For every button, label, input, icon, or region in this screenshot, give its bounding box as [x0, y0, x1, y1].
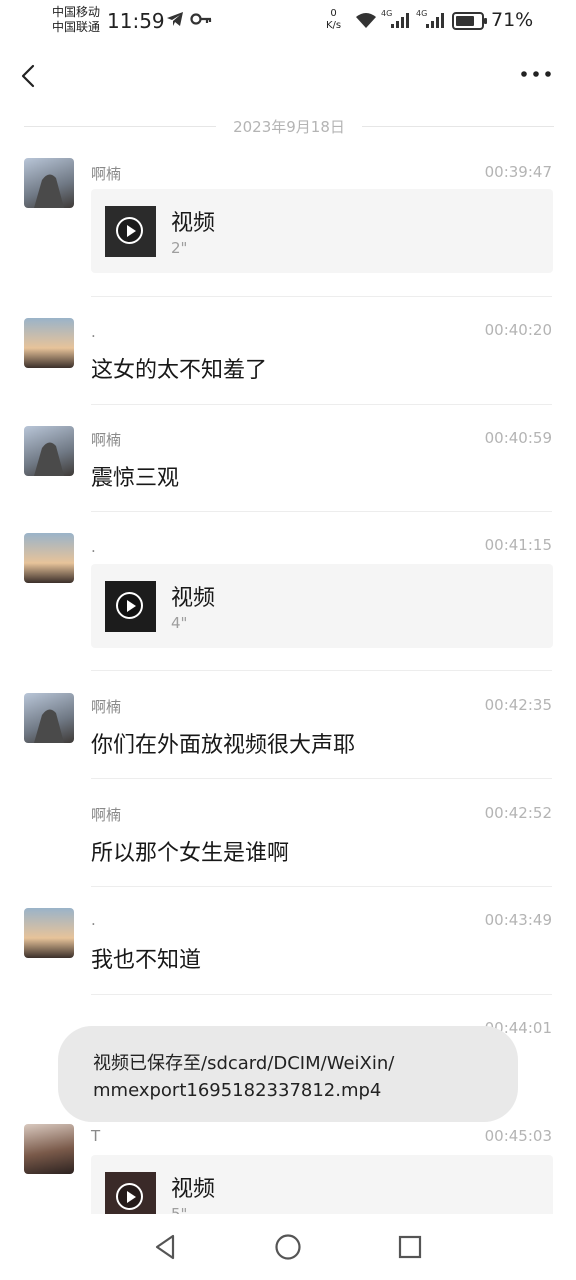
video-message[interactable]: 视频 4" [91, 564, 553, 648]
signal-icon [391, 13, 409, 28]
avatar[interactable] [24, 693, 74, 743]
back-triangle-icon[interactable] [151, 1232, 181, 1262]
sender-name: . [91, 538, 96, 556]
message-item: 啊楠 00:42:35 你们在外面放视频很大声耶 [0, 693, 576, 781]
carrier-1: 中国移动 [52, 5, 101, 19]
separator [91, 994, 552, 995]
separator [91, 670, 552, 671]
avatar[interactable] [24, 533, 74, 583]
wifi-icon [356, 13, 376, 28]
carrier-labels: 中国移动 中国联通 [52, 5, 100, 35]
video-duration: 4" [171, 614, 188, 632]
sender-name: 啊楠 [91, 431, 122, 449]
video-title: 视频 [171, 1177, 216, 1202]
signal-icon [426, 13, 444, 28]
divider-line-right [362, 126, 554, 127]
status-bar: 中国移动 中国联通 11:59 0 K/s 4G 4G 71% [0, 0, 576, 44]
battery-icon [452, 12, 487, 30]
date-divider: 2023年9月18日 [24, 114, 554, 138]
message-item: T 00:45:03 视频 5" [0, 1124, 576, 1239]
avatar-figure [34, 442, 64, 476]
message-time: 00:40:59 [484, 429, 552, 447]
status-time: 11:59 [107, 9, 165, 33]
net-speed-value: 0 [330, 8, 337, 19]
carrier-2: 中国联通 [52, 20, 101, 34]
avatar[interactable] [24, 1124, 74, 1174]
separator [91, 511, 552, 512]
sender-name: 啊楠 [91, 806, 122, 824]
toast-line-2: mmexport1695182337812.mp4 [93, 1080, 382, 1101]
avatar-figure [34, 174, 64, 208]
avatar[interactable] [24, 318, 74, 368]
message-time: 00:40:20 [484, 321, 552, 339]
message-time: 00:42:52 [484, 804, 552, 822]
chat-history-header [0, 44, 576, 108]
avatar-figure [34, 709, 64, 743]
separator [91, 886, 552, 887]
play-icon [116, 592, 143, 619]
message-time: 00:39:47 [484, 163, 552, 181]
message-time: 00:45:03 [484, 1127, 552, 1145]
separator [91, 296, 552, 297]
sender-name: T [91, 1127, 101, 1145]
video-thumbnail [105, 206, 156, 257]
video-message[interactable]: 视频 2" [91, 189, 553, 273]
sender-name: 啊楠 [91, 698, 122, 716]
play-icon [116, 1183, 143, 1210]
more-dots-icon[interactable] [518, 66, 554, 82]
separator [91, 404, 552, 405]
message-item: 啊楠 00:42:52 所以那个女生是谁啊 [0, 801, 576, 889]
battery-percent: 71% [491, 9, 534, 31]
separator [91, 778, 552, 779]
message-item: . 00:41:15 视频 4" [0, 533, 576, 671]
message-item: . 00:43:49 我也不知道 [0, 908, 576, 996]
message-item: 啊楠 00:39:47 视频 2" [0, 158, 576, 297]
message-item: 啊楠 00:40:59 震惊三观 [0, 426, 576, 514]
back-chevron-icon[interactable] [16, 62, 44, 90]
sender-name: . [91, 911, 96, 929]
message-item: . 00:40:20 这女的太不知羞了 [0, 318, 576, 406]
system-nav-bar [0, 1214, 576, 1280]
recents-square-icon[interactable] [395, 1232, 425, 1262]
message-time: 00:42:35 [484, 696, 552, 714]
message-text[interactable]: 震惊三观 [91, 460, 179, 492]
video-title: 视频 [171, 586, 216, 611]
avatar[interactable] [24, 158, 74, 208]
message-text[interactable]: 你们在外面放视频很大声耶 [91, 727, 355, 759]
message-text[interactable]: 我也不知道 [91, 942, 201, 974]
key-icon [190, 13, 212, 25]
sender-name: . [91, 323, 96, 341]
video-duration: 2" [171, 239, 188, 257]
toast-line-1: 视频已保存至/sdcard/DCIM/WeiXin/ [93, 1053, 395, 1074]
home-circle-icon[interactable] [273, 1232, 303, 1262]
telegram-icon [167, 12, 183, 26]
avatar[interactable] [24, 908, 74, 958]
save-toast: 视频已保存至/sdcard/DCIM/WeiXin/ mmexport16951… [58, 1026, 518, 1122]
message-text[interactable]: 所以那个女生是谁啊 [91, 835, 289, 867]
video-title: 视频 [171, 211, 216, 236]
net-speed: 0 K/s [326, 8, 341, 32]
message-text[interactable]: 这女的太不知羞了 [91, 352, 267, 384]
avatar[interactable] [24, 426, 74, 476]
sender-name: 啊楠 [91, 165, 122, 183]
net-speed-unit: K/s [326, 20, 342, 31]
video-thumbnail [105, 581, 156, 632]
play-icon [116, 217, 143, 244]
message-time: 00:41:15 [484, 536, 552, 554]
message-time: 00:43:49 [484, 911, 552, 929]
